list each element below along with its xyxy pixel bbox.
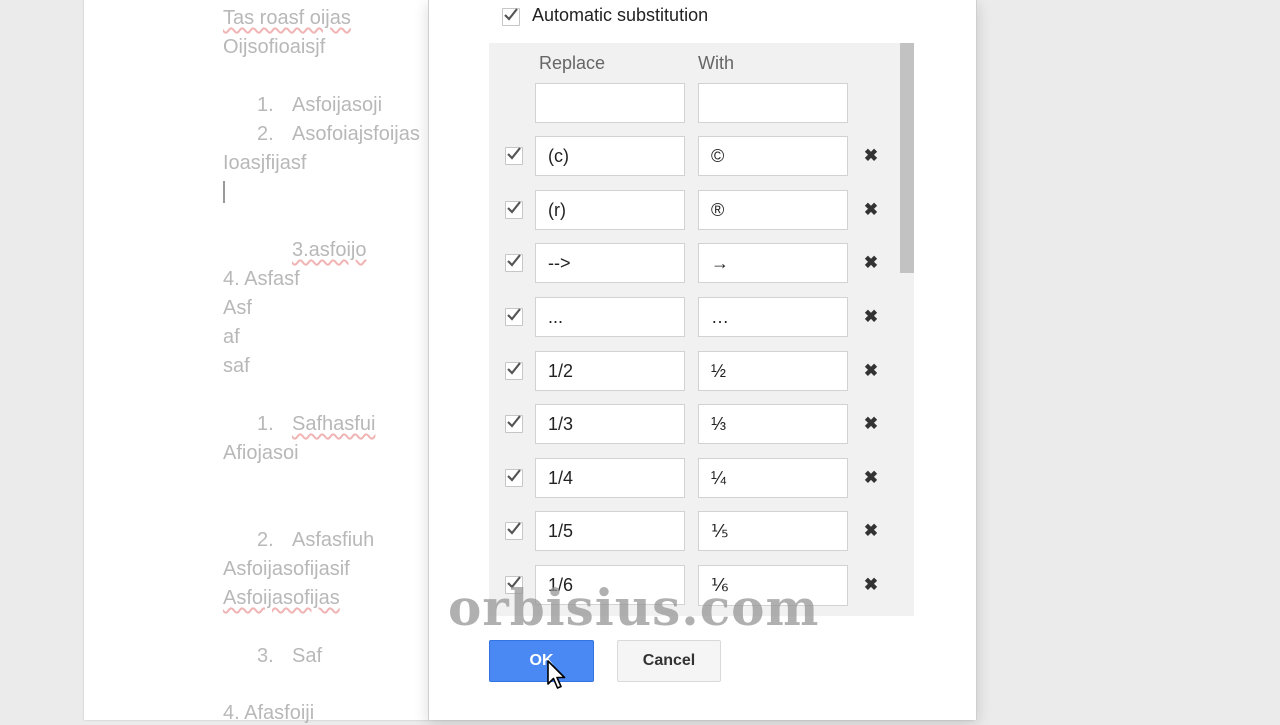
doc-line: Asfoijasofijas [223, 587, 340, 609]
replace-field[interactable]: 1/3 [535, 404, 685, 444]
watermark: orbisius.com [448, 578, 820, 637]
new-with-input[interactable] [698, 83, 848, 123]
with-field[interactable]: ½ [698, 351, 848, 391]
delete-row-icon[interactable]: ✖ [863, 254, 879, 271]
check-icon [507, 415, 521, 428]
delete-row-icon[interactable]: ✖ [863, 576, 879, 593]
delete-row-icon[interactable]: ✖ [863, 469, 879, 486]
replace-field[interactable]: 1/4 [535, 458, 685, 498]
with-field[interactable]: ⅕ [698, 511, 848, 551]
with-field[interactable]: → [698, 243, 848, 283]
doc-line: 1. Safhasfui [257, 413, 376, 435]
row-checkbox[interactable] [505, 362, 523, 380]
auto-substitution-label: Automatic substitution [532, 5, 709, 25]
doc-line: 2. Asfasfiuh [257, 529, 375, 551]
replace-field[interactable]: (r) [535, 190, 685, 230]
doc-line: 1. Asfoijasoji [257, 94, 383, 116]
doc-line: 4. Asfasf [223, 268, 300, 290]
doc-line: 2. Asofoiajsfoijas [257, 123, 420, 145]
check-icon [504, 8, 518, 21]
with-field[interactable]: ® [698, 190, 848, 230]
replace-field[interactable]: 1/5 [535, 511, 685, 551]
row-checkbox[interactable] [505, 415, 523, 433]
check-icon [507, 522, 521, 535]
doc-line: 4. Afasfoiji [223, 702, 315, 724]
row-checkbox[interactable] [505, 469, 523, 487]
row-checkbox[interactable] [505, 201, 523, 219]
delete-row-icon[interactable]: ✖ [863, 308, 879, 325]
check-icon [507, 469, 521, 482]
new-replace-input[interactable] [535, 83, 685, 123]
with-field[interactable]: ¼ [698, 458, 848, 498]
replace-field[interactable]: (c) [535, 136, 685, 176]
check-icon [507, 201, 521, 214]
ok-button[interactable]: OK [489, 640, 594, 682]
check-icon [507, 362, 521, 375]
auto-substitution-checkbox[interactable] [502, 8, 520, 26]
doc-line: Afiojasoi [223, 442, 299, 464]
row-checkbox[interactable] [505, 254, 523, 272]
check-icon [507, 147, 521, 160]
check-icon [507, 254, 521, 267]
delete-row-icon[interactable]: ✖ [863, 522, 879, 539]
row-checkbox[interactable] [505, 308, 523, 326]
cancel-button[interactable]: Cancel [617, 640, 721, 682]
delete-row-icon[interactable]: ✖ [863, 362, 879, 379]
row-checkbox[interactable] [505, 147, 523, 165]
replace-field[interactable]: --> [535, 243, 685, 283]
replace-column-header: Replace [539, 53, 606, 73]
replace-field[interactable]: ... [535, 297, 685, 337]
table-scrollbar[interactable] [900, 43, 914, 273]
row-checkbox[interactable] [505, 522, 523, 540]
doc-line: 3. Saf [257, 645, 323, 667]
doc-line: Asfoijasofijasif [223, 558, 350, 580]
check-icon [507, 308, 521, 321]
doc-line: Ioasjfijasf [223, 152, 307, 174]
replace-field[interactable]: 1/2 [535, 351, 685, 391]
doc-line: 3.asfoijo [292, 239, 367, 261]
doc-line: af [223, 326, 240, 348]
with-field[interactable]: ⅓ [698, 404, 848, 444]
doc-line: Asf [223, 297, 252, 319]
delete-row-icon[interactable]: ✖ [863, 147, 879, 164]
delete-row-icon[interactable]: ✖ [863, 201, 879, 218]
doc-line: Tas roasf oijas [223, 7, 351, 29]
with-field[interactable]: … [698, 297, 848, 337]
with-column-header: With [698, 53, 734, 73]
text-cursor [223, 181, 225, 203]
doc-line: saf [223, 355, 250, 377]
delete-row-icon[interactable]: ✖ [863, 415, 879, 432]
mouse-pointer-icon [547, 660, 566, 689]
doc-line: Oijsofioaisjf [223, 36, 326, 58]
with-field[interactable]: © [698, 136, 848, 176]
